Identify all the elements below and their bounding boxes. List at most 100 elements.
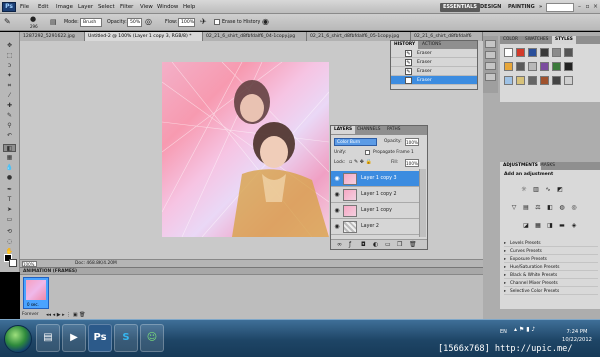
levels-icon[interactable]: ▥ (532, 186, 540, 194)
preset-curves[interactable]: ▸ Curves Presets (504, 248, 598, 255)
erase-history-checkbox[interactable] (214, 19, 220, 25)
path-selection-icon[interactable]: ➤ (3, 206, 16, 214)
preset-black-white[interactable]: ▸ Black & White Presets (504, 272, 598, 279)
menu-view[interactable]: View (140, 3, 153, 12)
layers-scrollbar[interactable] (419, 169, 426, 237)
tab-color[interactable]: COLOR (500, 36, 521, 44)
adjustment-icon[interactable]: ◐ (373, 241, 378, 249)
eye-icon[interactable]: ◉ (333, 175, 341, 183)
eraser-tool-icon[interactable]: ◧ (3, 144, 16, 152)
skype-icon[interactable]: S (114, 324, 138, 352)
media-player-icon[interactable]: ▶ (62, 324, 86, 352)
new-layer-icon[interactable]: ❐ (397, 241, 402, 249)
search-field[interactable] (546, 3, 574, 12)
magic-wand-icon[interactable]: ✦ (3, 72, 16, 80)
style-swatch[interactable] (540, 62, 549, 71)
close-icon[interactable]: × (592, 3, 599, 11)
blend-mode-select[interactable]: Color Burn (334, 138, 377, 146)
style-swatch[interactable] (528, 48, 537, 57)
style-swatch[interactable] (552, 76, 561, 85)
clone-stamp-icon[interactable]: ⚲ (3, 122, 16, 130)
tab-styles[interactable]: STYLES (552, 36, 576, 44)
gradient-map-icon[interactable]: ▬ (558, 222, 566, 230)
exposure-icon[interactable]: ◩ (556, 186, 564, 194)
invert-icon[interactable]: ◪ (522, 222, 530, 230)
layer-row[interactable]: ◉ Layer 1 copy 2 (331, 187, 419, 203)
preset-selective-color[interactable]: ▸ Selective Color Presets (504, 288, 598, 295)
style-swatch[interactable] (552, 62, 561, 71)
brightness-icon[interactable]: ☼ (520, 186, 528, 194)
eraser-tool-icon[interactable]: ✎ (4, 17, 11, 27)
airbrush-icon[interactable]: ✈ (200, 17, 207, 27)
pressure-opacity-icon[interactable]: ◎ (145, 17, 152, 27)
tab-masks[interactable]: MASKS (537, 162, 558, 170)
shape-tool-icon[interactable]: ▭ (3, 216, 16, 224)
pressure-size-icon[interactable]: ◉ (262, 17, 269, 27)
style-swatch[interactable] (516, 62, 525, 71)
posterize-icon[interactable]: ▦ (534, 222, 542, 230)
frame-delay[interactable]: 0 sec. (27, 302, 39, 307)
animation-title[interactable]: ANIMATION (FRAMES) (23, 268, 77, 275)
style-swatch[interactable] (504, 62, 513, 71)
tab-paths[interactable]: PATHS (384, 126, 404, 134)
3d-rotate-icon[interactable]: ⟲ (3, 228, 16, 236)
preset-channel-mixer[interactable]: ▸ Channel Mixer Presets (504, 280, 598, 287)
explorer-icon[interactable]: ▤ (36, 324, 60, 352)
layer-row[interactable]: ◉ Layer 2 (331, 219, 419, 235)
menu-help[interactable]: Help (183, 3, 195, 12)
panel-icon[interactable] (485, 40, 496, 48)
layer-row[interactable]: ◉ Layer 1 copy (331, 203, 419, 219)
style-swatch[interactable] (564, 76, 573, 85)
eye-icon[interactable]: ◉ (333, 191, 341, 199)
tab-actions[interactable]: ACTIONS (419, 41, 444, 49)
tab-adjustments[interactable]: ADJUSTMENTS (500, 162, 541, 170)
marquee-tool-icon[interactable]: ⬚ (3, 52, 16, 60)
menu-filter[interactable]: Filter (120, 3, 133, 12)
style-swatch[interactable] (552, 48, 561, 57)
panel-icon[interactable] (485, 51, 496, 59)
color-balance-icon[interactable]: ⚖ (534, 204, 542, 212)
channel-mixer-icon[interactable]: ◎ (570, 204, 578, 212)
healing-brush-icon[interactable]: ✚ (3, 102, 16, 110)
brush-preset-icon[interactable]: ● (30, 16, 36, 23)
panel-icon[interactable] (485, 62, 496, 70)
preset-exposure[interactable]: ▸ Exposure Presets (504, 256, 598, 263)
menu-image[interactable]: Image (56, 3, 73, 12)
workspace-painting[interactable]: PAINTING (505, 3, 538, 12)
fill-field[interactable]: 100% (405, 159, 419, 167)
photoshop-icon[interactable]: Ps (88, 324, 112, 352)
brush-tool-icon[interactable]: ✎ (3, 112, 16, 120)
playback-controls[interactable]: ◂◂ ◂ ▶ ▸ ⋮ ▣ 🗑 (46, 312, 86, 318)
artwork-canvas[interactable] (162, 62, 329, 237)
fx-icon[interactable]: ƒ (349, 241, 351, 249)
tab-history[interactable]: HISTORY (391, 41, 419, 49)
propagate-checkbox[interactable] (365, 150, 370, 155)
eye-icon[interactable]: ◉ (333, 207, 341, 215)
lasso-tool-icon[interactable]: ↄ (3, 62, 16, 70)
clock[interactable]: 7:24 PM 10/22/2012 (556, 328, 598, 344)
start-button[interactable] (4, 325, 32, 353)
preset-hue-saturation[interactable]: ▸ Hue/Saturation Presets (504, 264, 598, 271)
workspace-more[interactable]: » (536, 3, 545, 12)
history-item[interactable]: ✎ Eraser (391, 67, 477, 76)
vibrance-icon[interactable]: ▽ (510, 204, 518, 212)
tab-doc-2[interactable]: Untitled-2 @ 100% (Layer 1 copy 3, RGB/8… (85, 32, 203, 41)
menu-file[interactable]: File (20, 3, 29, 12)
layer-row-selected[interactable]: ◉ Layer 1 copy 3 (331, 171, 419, 187)
menu-window[interactable]: Window (157, 3, 178, 12)
menu-edit[interactable]: Edit (38, 3, 48, 12)
restore-icon[interactable]: ▫ (584, 3, 591, 11)
tray-icons[interactable]: ▴ ⚑ ▮ ♪ (514, 326, 535, 333)
hue-saturation-icon[interactable]: ▤ (522, 204, 530, 212)
type-tool-icon[interactable]: T (3, 196, 16, 204)
style-swatch[interactable] (540, 48, 549, 57)
pen-tool-icon[interactable]: ✒ (3, 186, 16, 194)
mask-icon[interactable]: ◘ (361, 241, 366, 249)
tab-swatches[interactable]: SWATCHES (522, 36, 551, 44)
brush-panel-icon[interactable]: ▤ (50, 18, 57, 26)
layer-opacity-field[interactable]: 100% (405, 138, 419, 146)
style-swatch[interactable] (504, 76, 513, 85)
style-swatch[interactable] (516, 48, 525, 57)
photo-filter-icon[interactable]: ◍ (558, 204, 566, 212)
language-indicator[interactable]: EN (500, 329, 507, 335)
